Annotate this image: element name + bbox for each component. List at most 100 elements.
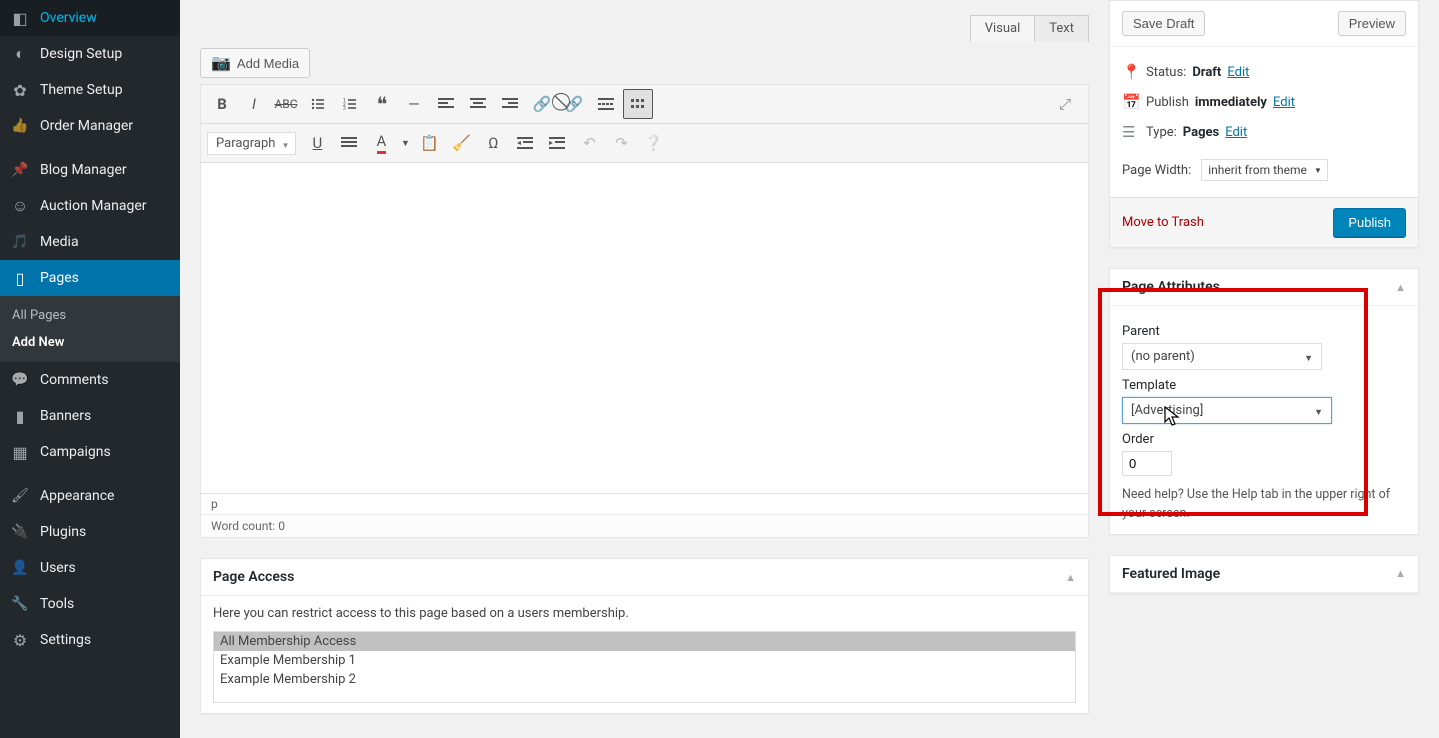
sidebar-item-overview[interactable]: Overview — [0, 0, 180, 36]
read-more-button[interactable] — [591, 89, 621, 119]
underline-button[interactable]: U — [302, 128, 332, 158]
collapse-toggle[interactable]: ▲ — [1395, 281, 1406, 294]
order-input[interactable] — [1122, 451, 1172, 476]
strikethrough-button[interactable]: ABC — [271, 89, 301, 119]
parent-select[interactable]: (no parent) — [1122, 343, 1322, 370]
add-media-button[interactable]: 📷 Add Media — [200, 48, 310, 78]
sidebar-item-label: Order Manager — [40, 118, 133, 134]
sidebar-item-users[interactable]: Users — [0, 550, 180, 586]
indent-button[interactable] — [542, 128, 572, 158]
content-textarea[interactable] — [201, 163, 1088, 493]
publish-value: immediately — [1195, 95, 1267, 110]
page-width-select[interactable]: inherit from theme — [1201, 159, 1328, 181]
sidebar-item-order-manager[interactable]: Order Manager — [0, 108, 180, 144]
clear-formatting-button[interactable]: 🧹 — [446, 128, 476, 158]
link-button[interactable]: 🔗 — [527, 89, 557, 119]
sidebar-item-settings[interactable]: Settings — [0, 622, 180, 658]
outdent-button[interactable] — [510, 128, 540, 158]
undo-button[interactable]: ↶ — [574, 128, 604, 158]
sidebar-item-media[interactable]: Media — [0, 224, 180, 260]
page-access-title: Page Access — [213, 569, 294, 585]
theme-icon — [10, 80, 30, 100]
membership-option[interactable]: Example Membership 1 — [214, 651, 1075, 670]
italic-button[interactable]: I — [239, 89, 269, 119]
page-width-label: Page Width: — [1122, 163, 1191, 178]
parent-label: Parent — [1122, 324, 1406, 339]
sidebar-submenu-pages: All Pages Add New — [0, 296, 180, 362]
word-count: Word count: 0 — [201, 514, 1088, 537]
sidebar-item-auction-manager[interactable]: Auction Manager — [0, 188, 180, 224]
help-button[interactable]: ❔ — [638, 128, 668, 158]
membership-select[interactable]: All Membership Access Example Membership… — [213, 631, 1076, 703]
element-path: p — [201, 493, 1088, 514]
camera-music-icon: 📷 — [211, 53, 231, 73]
tab-visual[interactable]: Visual — [970, 15, 1036, 42]
order-label: Order — [1122, 432, 1406, 447]
sidebar-item-tools[interactable]: Tools — [0, 586, 180, 622]
svg-text:3: 3 — [343, 106, 346, 112]
collapse-toggle[interactable]: ▲ — [1065, 571, 1076, 584]
sidebar-item-theme-setup[interactable]: Theme Setup — [0, 72, 180, 108]
edit-type-link[interactable]: Edit — [1225, 125, 1247, 140]
align-justify-button[interactable] — [334, 128, 364, 158]
page-attributes-title: Page Attributes — [1122, 279, 1220, 295]
membership-option[interactable]: Example Membership 2 — [214, 670, 1075, 689]
edit-publish-link[interactable]: Edit — [1273, 95, 1295, 110]
numbered-list-button[interactable]: 123 — [335, 89, 365, 119]
page-attributes-box: Page Attributes ▲ Parent (no parent) Tem… — [1109, 268, 1419, 535]
blockquote-button[interactable]: ❝ — [367, 89, 397, 119]
admin-sidebar: Overview Design Setup Theme Setup Order … — [0, 0, 180, 738]
add-media-label: Add Media — [237, 56, 299, 71]
sidebar-item-banners[interactable]: Banners — [0, 398, 180, 434]
format-select[interactable]: Paragraph — [207, 132, 296, 155]
sidebar-item-blog-manager[interactable]: Blog Manager — [0, 152, 180, 188]
sidebar-item-label: Appearance — [40, 488, 114, 504]
status-label: Status: — [1146, 65, 1186, 80]
align-left-button[interactable] — [431, 89, 461, 119]
type-label: Type: — [1146, 125, 1177, 140]
sidebar-item-label: Design Setup — [40, 46, 122, 62]
sidebar-item-label: Pages — [40, 270, 79, 286]
fullscreen-button[interactable]: ⤢ — [1050, 89, 1080, 119]
edit-status-link[interactable]: Edit — [1227, 65, 1249, 80]
preview-button[interactable]: Preview — [1338, 11, 1406, 36]
design-icon — [10, 44, 30, 64]
save-draft-button[interactable]: Save Draft — [1122, 11, 1205, 36]
text-color-dropdown-button[interactable]: ▼ — [398, 128, 412, 158]
align-right-button[interactable] — [495, 89, 525, 119]
type-icon: ☰ — [1122, 123, 1140, 141]
toolbar-toggle-button[interactable] — [623, 89, 653, 119]
move-to-trash-link[interactable]: Move to Trash — [1122, 215, 1204, 230]
sidebar-item-label: Settings — [40, 632, 91, 648]
submenu-add-new[interactable]: Add New — [0, 329, 180, 356]
redo-button[interactable]: ↷ — [606, 128, 636, 158]
sidebar-item-pages[interactable]: Pages — [0, 260, 180, 296]
appearance-icon — [10, 486, 30, 506]
calendar-icon: 📅 — [1122, 93, 1140, 111]
template-select[interactable]: [Advertising] — [1122, 397, 1332, 424]
tab-text[interactable]: Text — [1034, 15, 1089, 42]
submenu-all-pages[interactable]: All Pages — [0, 302, 180, 329]
collapse-toggle[interactable]: ▲ — [1395, 567, 1406, 580]
align-center-button[interactable] — [463, 89, 493, 119]
special-char-button[interactable]: Ω — [478, 128, 508, 158]
sidebar-item-appearance[interactable]: Appearance — [0, 478, 180, 514]
text-color-button[interactable]: A — [366, 128, 396, 158]
sidebar-item-comments[interactable]: Comments — [0, 362, 180, 398]
paste-text-button[interactable]: 📋 — [414, 128, 444, 158]
bullet-list-button[interactable] — [303, 89, 333, 119]
sidebar-item-label: Theme Setup — [40, 82, 123, 98]
template-label: Template — [1122, 378, 1406, 393]
unlink-button[interactable]: 🔗⃠ — [559, 89, 589, 119]
horizontal-rule-button[interactable]: — — [399, 89, 429, 119]
sidebar-item-campaigns[interactable]: Campaigns — [0, 434, 180, 470]
sidebar-item-plugins[interactable]: Plugins — [0, 514, 180, 550]
auction-icon — [10, 196, 30, 216]
featured-image-title: Featured Image — [1122, 566, 1220, 582]
plugins-icon — [10, 522, 30, 542]
featured-image-box: Featured Image ▲ — [1109, 555, 1419, 594]
publish-button[interactable]: Publish — [1333, 208, 1406, 237]
bold-button[interactable]: B — [207, 89, 237, 119]
membership-option[interactable]: All Membership Access — [214, 632, 1075, 651]
sidebar-item-design-setup[interactable]: Design Setup — [0, 36, 180, 72]
